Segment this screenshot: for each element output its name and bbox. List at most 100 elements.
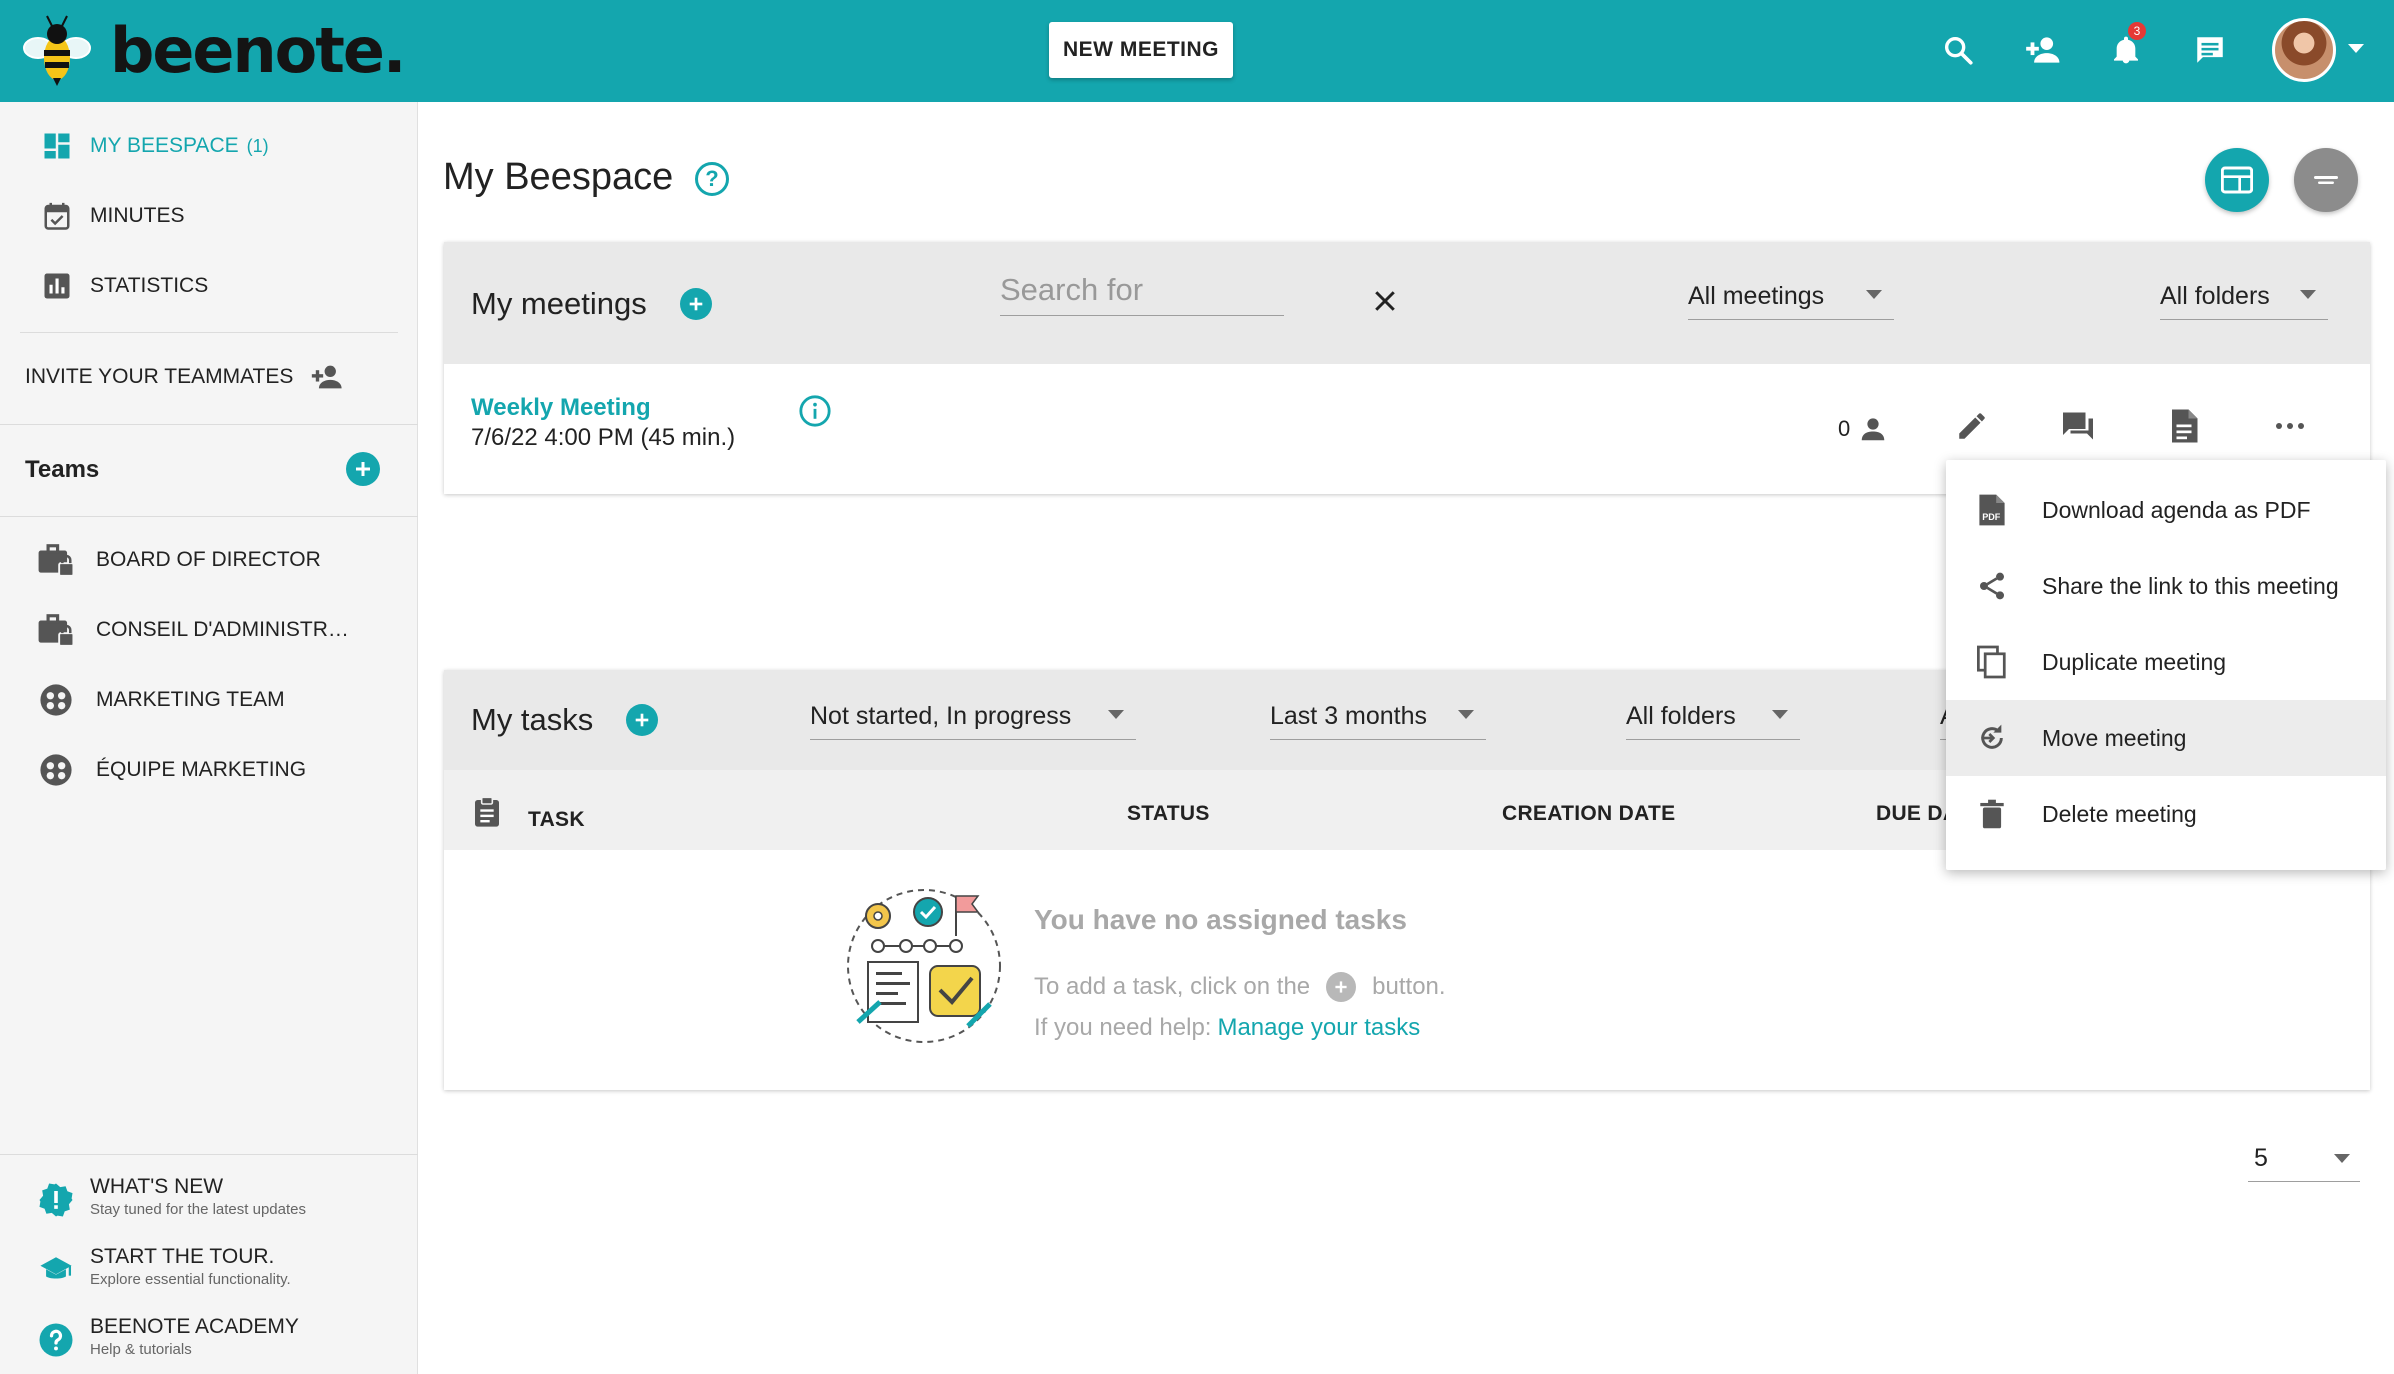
column-header-task[interactable]: TASK (528, 808, 585, 832)
menu-item-delete[interactable]: Delete meeting (1946, 776, 2386, 852)
meetings-filter-select[interactable]: All meetings (1688, 274, 1894, 320)
folders-filter-select[interactable]: All folders (2160, 274, 2328, 320)
sidebar-divider (0, 516, 418, 517)
plus-circle-icon (1326, 972, 1357, 1002)
beenote-academy-link[interactable]: BEENOTE ACADEMY Help & tutorials (36, 1314, 299, 1360)
task-folders-filter-select[interactable]: All folders (1626, 694, 1800, 740)
team-item-marketing-team[interactable]: MARKETING TEAM (36, 680, 285, 720)
account-menu-caret-icon[interactable] (2348, 44, 2364, 53)
page-title: My Beespace (443, 156, 674, 198)
add-person-icon[interactable] (2020, 28, 2064, 72)
more-options-icon[interactable] (2270, 406, 2310, 446)
calendar-check-icon (40, 199, 74, 233)
menu-item-download-pdf[interactable]: PDF Download agenda as PDF (1946, 472, 2386, 548)
edit-pencil-icon[interactable] (1952, 406, 1992, 446)
team-item-equipe-marketing[interactable]: ÉQUIPE MARKETING (36, 750, 306, 790)
team-item-conseil-administration[interactable]: CONSEIL D'ADMINISTR… (36, 610, 349, 650)
start-tour-link[interactable]: START THE TOUR. Explore essential functi… (36, 1244, 291, 1290)
chevron-down-icon (1458, 710, 1474, 719)
empty-hint-before: To add a task, click on the (1034, 973, 1311, 1000)
menu-item-move[interactable]: Move meeting (1946, 700, 2386, 776)
menu-item-label: Duplicate meeting (2042, 648, 2227, 675)
team-item-board-of-director[interactable]: BOARD OF DIRECTOR (36, 540, 321, 580)
start-tour-subtitle: Explore essential functionality. (90, 1271, 291, 1288)
task-period-filter-select[interactable]: Last 3 months (1270, 694, 1486, 740)
invite-teammates-button[interactable]: INVITE YOUR TEAMMATES (25, 360, 345, 394)
search-icon[interactable] (1936, 28, 1980, 72)
chevron-down-icon (1772, 710, 1788, 719)
empty-tasks-illustration (847, 889, 1001, 1043)
team-label: BOARD OF DIRECTOR (96, 548, 321, 571)
beespace-count: (1) (246, 135, 269, 156)
graduation-cap-icon (36, 1250, 76, 1290)
meetings-filter-value: All meetings (1688, 282, 1825, 310)
menu-item-duplicate[interactable]: Duplicate meeting (1946, 624, 2386, 700)
chevron-down-icon (1108, 710, 1124, 719)
meeting-datetime: 7/6/22 4:00 PM (45 min.) (471, 424, 736, 451)
chat-icon[interactable] (2188, 28, 2232, 72)
clipboard-icon (475, 796, 499, 827)
participants-count[interactable]: 0 (1838, 414, 1888, 444)
task-folders-filter-value: All folders (1626, 702, 1736, 730)
plus-icon (689, 297, 703, 311)
svg-text:PDF: PDF (1982, 512, 2001, 522)
info-icon[interactable] (798, 394, 832, 428)
menu-item-share-link[interactable]: Share the link to this meeting (1946, 548, 2386, 624)
help-icon (36, 1320, 76, 1360)
team-icon (36, 750, 76, 790)
sidebar-item-my-beespace[interactable]: MY BEESPACE (1) (40, 126, 269, 166)
collapse-panels-button[interactable] (2294, 148, 2358, 212)
page-size-select[interactable]: 5 (2248, 1136, 2360, 1182)
column-header-creation-date[interactable]: CREATION DATE (1502, 802, 1675, 826)
academy-title: BEENOTE ACADEMY (90, 1315, 299, 1338)
beenote-logo[interactable]: beenote. (22, 14, 406, 87)
locked-briefcase-icon (36, 540, 76, 580)
plus-icon (356, 462, 370, 476)
minus-lines-icon (2314, 176, 2338, 184)
empty-tasks-title: You have no assigned tasks (1034, 904, 1407, 935)
menu-item-label: Delete meeting (2042, 800, 2197, 827)
tasks-title: My tasks (471, 702, 594, 737)
whats-new-title: WHAT'S NEW (90, 1175, 224, 1198)
dashboard-icon (40, 129, 74, 163)
add-team-button[interactable] (346, 452, 380, 486)
add-task-button[interactable] (626, 704, 658, 736)
clear-search-icon[interactable] (1370, 286, 1400, 316)
layout-view-button[interactable] (2205, 148, 2269, 212)
sidebar: MY BEESPACE (1) MINUTES STATISTICS INVIT… (0, 102, 418, 1374)
document-icon[interactable] (2164, 406, 2204, 446)
folders-filter-value: All folders (2160, 282, 2270, 310)
help-question-icon[interactable]: ? (695, 162, 729, 196)
participants-number: 0 (1838, 416, 1851, 441)
meeting-title-link[interactable]: Weekly Meeting (471, 394, 651, 422)
notifications-bell-icon[interactable]: 3 (2104, 22, 2148, 72)
task-status-filter-value: Not started, In progress (810, 702, 1072, 730)
column-header-status[interactable]: STATUS (1127, 802, 1210, 826)
whats-new-link[interactable]: WHAT'S NEW Stay tuned for the latest upd… (36, 1174, 306, 1220)
new-meeting-button[interactable]: NEW MEETING (1049, 22, 1233, 78)
user-avatar[interactable] (2272, 18, 2336, 82)
search-input[interactable]: Search for (1000, 272, 1284, 316)
manage-tasks-link[interactable]: Manage your tasks (1217, 1014, 1420, 1042)
page-size-value: 5 (2254, 1144, 2268, 1172)
chevron-down-icon (2300, 290, 2316, 299)
team-icon (36, 680, 76, 720)
menu-item-label: Share the link to this meeting (2042, 572, 2339, 599)
meetings-title: My meetings (471, 286, 647, 321)
comments-icon[interactable] (2058, 406, 2098, 446)
empty-tasks-hint: To add a task, click on the button. (1034, 972, 1446, 1002)
add-meeting-button[interactable] (680, 288, 712, 320)
menu-item-label: Move meeting (2042, 724, 2187, 751)
teams-heading: Teams (25, 456, 100, 483)
add-person-icon (312, 365, 342, 389)
empty-hint-after: button. (1372, 973, 1446, 1000)
locked-briefcase-icon (36, 610, 76, 650)
web-layout-icon (2221, 166, 2253, 194)
bar-chart-icon (40, 269, 74, 303)
top-app-bar: beenote. NEW MEETING 3 (0, 0, 2394, 102)
sidebar-item-statistics[interactable]: STATISTICS (40, 266, 208, 306)
sidebar-item-minutes[interactable]: MINUTES (40, 196, 185, 236)
team-label: CONSEIL D'ADMINISTR… (96, 618, 349, 641)
task-status-filter-select[interactable]: Not started, In progress (810, 694, 1136, 740)
chevron-down-icon (2334, 1154, 2350, 1163)
